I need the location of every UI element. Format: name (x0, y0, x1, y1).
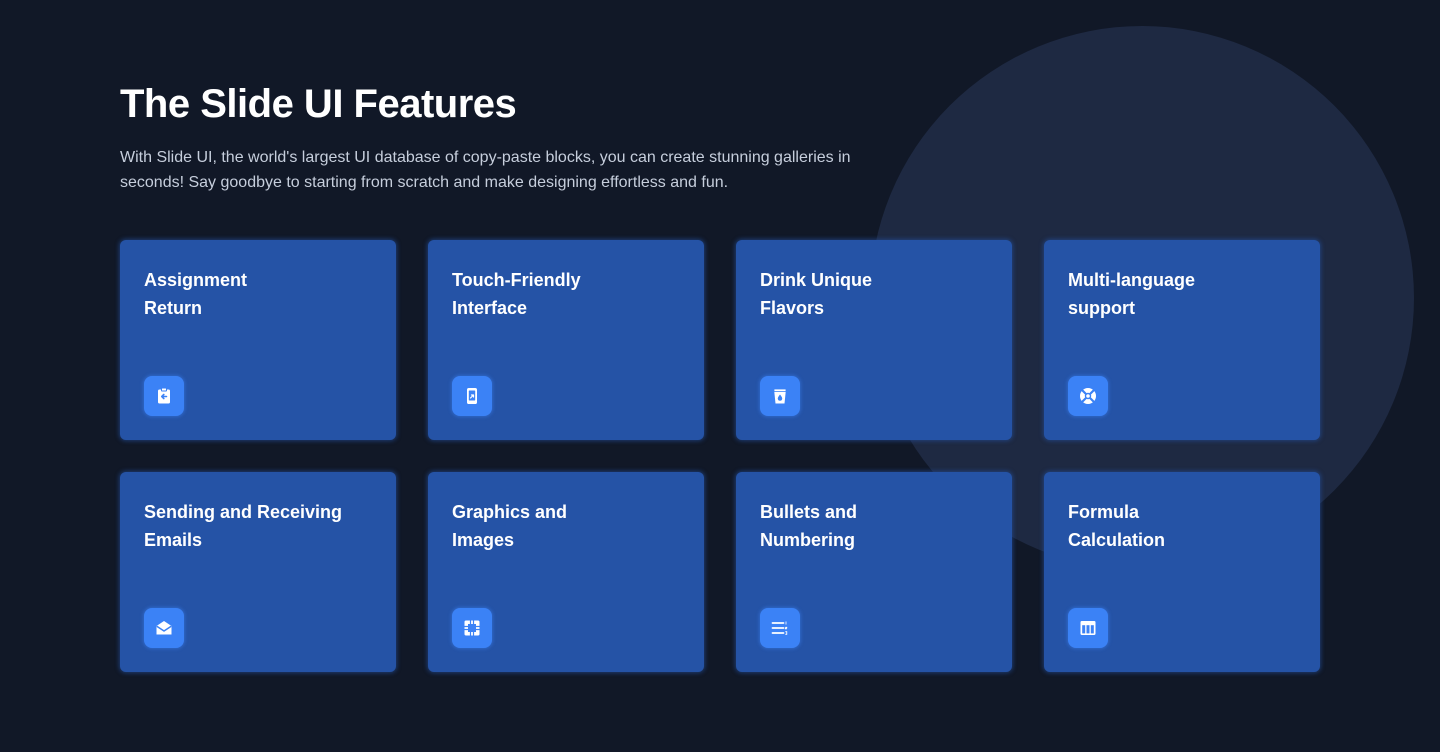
mail-open-icon (144, 608, 184, 648)
cup-drop-icon (760, 376, 800, 416)
feature-card-title: Sending and Receiving Emails (144, 502, 343, 550)
image-frame-icon (452, 608, 492, 648)
feature-card-multi-language-support[interactable]: Multi-language support (1044, 240, 1320, 440)
page-subtitle: With Slide UI, the world's largest UI da… (120, 149, 851, 191)
feature-card-drink-unique-flavors[interactable]: Drink Unique Flavors (736, 240, 1012, 440)
feature-card-title: Touch-Friendly Interface (452, 270, 581, 318)
feature-card-touch-friendly-interface[interactable]: Touch-Friendly Interface (428, 240, 704, 440)
feature-card-sending-and-receiving-emails[interactable]: Sending and Receiving Emails (120, 472, 396, 672)
feature-card-title: Multi-language support (1068, 270, 1195, 318)
feature-card-title: Formula Calculation (1068, 502, 1166, 550)
feature-card-bullets-and-numbering[interactable]: Bullets and Numbering (736, 472, 1012, 672)
mobile-touch-icon (452, 376, 492, 416)
table-layout-icon (1068, 608, 1108, 648)
feature-card-title: Graphics and Images (452, 502, 568, 550)
page-title: The Slide UI Features (120, 82, 517, 126)
feature-card-title: Drink Unique Flavors (760, 270, 873, 318)
feature-card-formula-calculation[interactable]: Formula Calculation (1044, 472, 1320, 672)
features-grid: Assignment Return Touch-Friendly Interfa… (120, 240, 1320, 672)
clipboard-return-icon (144, 376, 184, 416)
feature-card-graphics-and-images[interactable]: Graphics and Images (428, 472, 704, 672)
lifebuoy-icon (1068, 376, 1108, 416)
feature-card-assignment-return[interactable]: Assignment Return (120, 240, 396, 440)
numbered-list-icon (760, 608, 800, 648)
feature-card-title: Assignment Return (144, 270, 248, 318)
feature-card-title: Bullets and Numbering (760, 502, 858, 550)
